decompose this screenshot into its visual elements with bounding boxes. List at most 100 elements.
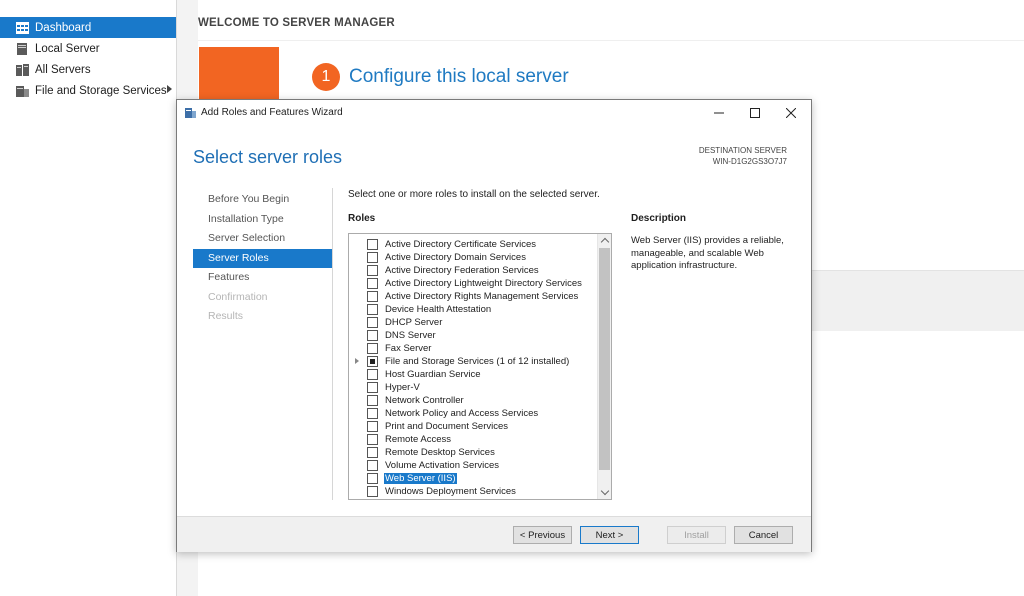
role-checkbox[interactable]: [367, 369, 378, 380]
role-item[interactable]: Active Directory Federation Services: [349, 264, 597, 277]
role-label: Active Directory Certificate Services: [385, 239, 536, 250]
role-item[interactable]: Volume Activation Services: [349, 459, 597, 472]
role-label: Host Guardian Service: [385, 369, 481, 380]
sidebar-item-local-server[interactable]: Local Server: [0, 38, 176, 59]
minimize-icon: [714, 112, 724, 114]
step-server-selection[interactable]: Server Selection: [193, 229, 332, 249]
sidebar-item-label: File and Storage Services: [35, 84, 167, 97]
maximize-button[interactable]: [737, 100, 773, 126]
roles-list-box[interactable]: Active Directory Certificate Services Act…: [348, 233, 612, 500]
role-checkbox[interactable]: [367, 304, 378, 315]
role-item[interactable]: Web Server (IIS): [349, 472, 597, 485]
role-checkbox[interactable]: [367, 291, 378, 302]
role-item[interactable]: Active Directory Domain Services: [349, 251, 597, 264]
sidebar-item-dashboard[interactable]: Dashboard: [0, 17, 176, 38]
sidebar-item-file-storage[interactable]: File and Storage Services: [0, 80, 176, 101]
role-checkbox[interactable]: [367, 330, 378, 341]
destination-server-label: DESTINATION SERVER: [698, 146, 787, 155]
role-checkbox[interactable]: [367, 239, 378, 250]
role-checkbox[interactable]: [367, 473, 378, 484]
role-checkbox[interactable]: [367, 252, 378, 263]
step-confirmation: Confirmation: [208, 290, 268, 303]
role-item[interactable]: Active Directory Certificate Services: [349, 238, 597, 251]
configure-local-server-link[interactable]: Configure this local server: [349, 66, 569, 88]
role-checkbox[interactable]: [367, 408, 378, 419]
role-item[interactable]: Windows Deployment Services: [349, 485, 597, 498]
role-item[interactable]: Print and Document Services: [349, 420, 597, 433]
role-item[interactable]: DHCP Server: [349, 316, 597, 329]
role-label: File and Storage Services (1 of 12 insta…: [385, 356, 570, 367]
step-before-you-begin[interactable]: Before You Begin: [193, 190, 332, 210]
role-item[interactable]: Hyper-V: [349, 381, 597, 394]
next-button[interactable]: Next >: [580, 526, 639, 544]
roles-scrollbar[interactable]: [597, 234, 611, 499]
role-item[interactable]: Network Policy and Access Services: [349, 407, 597, 420]
page-title: Select server roles: [193, 147, 343, 167]
step-features[interactable]: Features: [193, 268, 332, 288]
role-item[interactable]: Device Health Attestation: [349, 303, 597, 316]
role-checkbox[interactable]: [367, 317, 378, 328]
role-label: Fax Server: [385, 343, 432, 354]
role-checkbox[interactable]: [367, 356, 378, 367]
servers-icon: [16, 63, 29, 76]
role-label: Remote Access: [385, 434, 451, 445]
step-server-roles[interactable]: Server Roles: [193, 248, 332, 268]
role-label: Remote Desktop Services: [385, 447, 495, 458]
role-item[interactable]: DNS Server: [349, 329, 597, 342]
sidebar-item-label: Local Server: [35, 42, 100, 55]
maximize-icon: [750, 108, 760, 118]
expand-arrow-icon[interactable]: [354, 355, 362, 368]
role-checkbox[interactable]: [367, 382, 378, 393]
wizard-window-title: Add Roles and Features Wizard: [201, 107, 343, 118]
previous-button[interactable]: < Previous: [513, 526, 572, 544]
role-item[interactable]: Fax Server: [349, 342, 597, 355]
roles-heading: Roles: [348, 213, 376, 224]
cancel-button[interactable]: Cancel: [734, 526, 793, 544]
role-item[interactable]: Network Controller: [349, 394, 597, 407]
storage-icon: [16, 85, 29, 97]
role-checkbox[interactable]: [367, 395, 378, 406]
role-checkbox[interactable]: [367, 343, 378, 354]
role-label: Network Policy and Access Services: [385, 408, 539, 419]
role-label: Print and Document Services: [385, 421, 509, 432]
chevron-right-icon: [167, 85, 172, 93]
wizard-titlebar[interactable]: Add Roles and Features Wizard: [177, 100, 811, 126]
scroll-thumb[interactable]: [599, 248, 610, 470]
destination-server-value: WIN-D1G2GS3O7J7: [712, 157, 787, 166]
role-checkbox[interactable]: [367, 434, 378, 445]
role-checkbox[interactable]: [367, 278, 378, 289]
step-installation-type[interactable]: Installation Type: [193, 210, 332, 230]
role-label: Active Directory Rights Management Servi…: [385, 291, 579, 302]
scroll-up-button[interactable]: [598, 234, 611, 247]
wizard-footer: < Previous Next > Install Cancel: [177, 516, 811, 552]
close-icon: [786, 108, 796, 118]
minimize-button[interactable]: [701, 100, 737, 126]
role-checkbox[interactable]: [367, 460, 378, 471]
role-item[interactable]: Active Directory Lightweight Directory S…: [349, 277, 597, 290]
role-item[interactable]: Host Guardian Service: [349, 368, 597, 381]
role-checkbox[interactable]: [367, 486, 378, 497]
role-item[interactable]: Remote Desktop Services: [349, 446, 597, 459]
role-item[interactable]: File and Storage Services (1 of 12 insta…: [349, 355, 597, 368]
role-checkbox[interactable]: [367, 265, 378, 276]
role-checkbox[interactable]: [367, 447, 378, 458]
role-item[interactable]: Active Directory Rights Management Servi…: [349, 290, 597, 303]
sidebar-item-label: All Servers: [35, 63, 91, 76]
close-button[interactable]: [773, 100, 809, 126]
role-item[interactable]: Remote Access: [349, 433, 597, 446]
role-checkbox[interactable]: [367, 421, 378, 432]
description-text: Web Server (IIS) provides a reliable, ma…: [631, 235, 784, 271]
server-manager-sidebar: Dashboard Local Server All Servers File …: [0, 0, 177, 596]
sidebar-item-all-servers[interactable]: All Servers: [0, 59, 176, 80]
scroll-down-button[interactable]: [598, 486, 611, 499]
step-number-badge: 1: [312, 63, 340, 91]
